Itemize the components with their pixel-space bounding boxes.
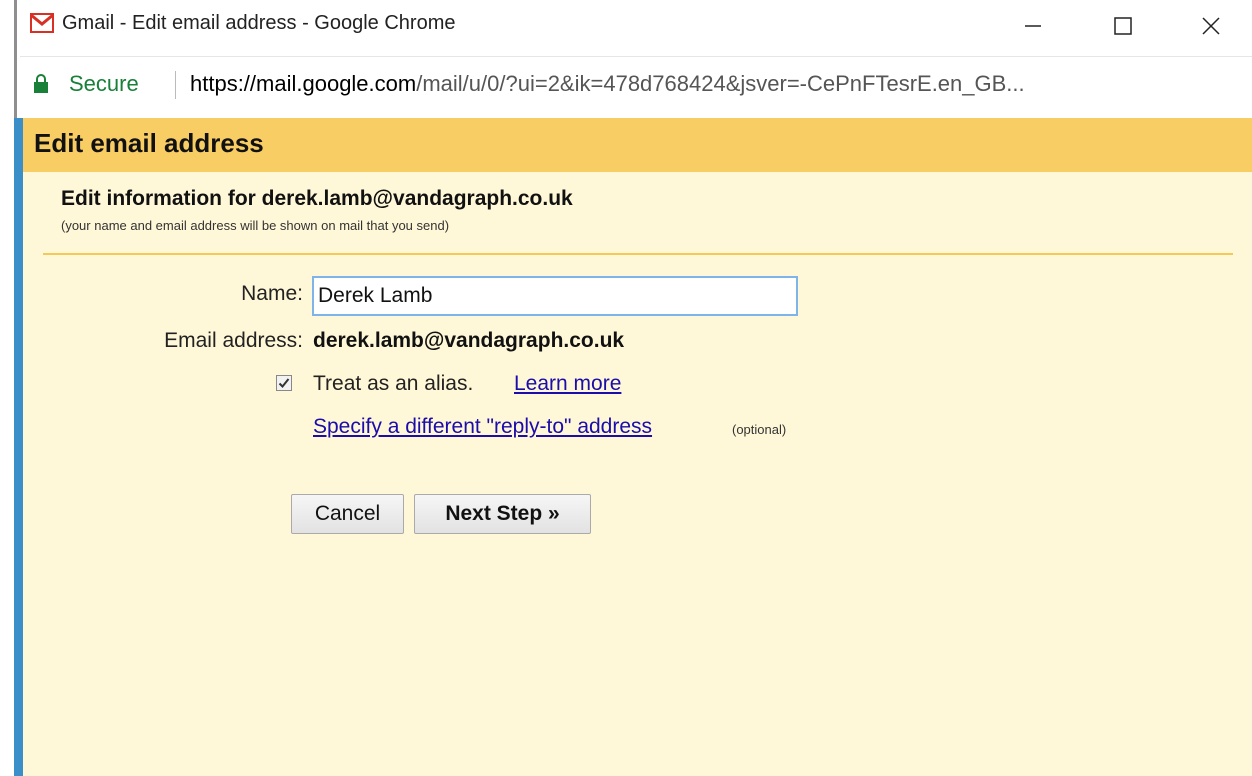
close-icon <box>1202 17 1220 35</box>
alias-checkbox[interactable] <box>276 375 292 391</box>
minimize-icon <box>1025 25 1041 27</box>
page-title: Edit email address <box>34 128 264 158</box>
cancel-button[interactable]: Cancel <box>291 494 404 534</box>
url-text[interactable]: https://mail.google.com/mail/u/0/?ui=2&i… <box>190 71 1025 97</box>
checkmark-icon <box>278 378 290 388</box>
maximize-button[interactable] <box>1100 4 1146 48</box>
info-title: Edit information for derek.lamb@vandagra… <box>61 187 573 210</box>
address-bar[interactable]: Secure https://mail.google.com/mail/u/0/… <box>20 56 1252 115</box>
minimize-button[interactable] <box>1010 4 1056 48</box>
optional-note: (optional) <box>732 422 787 437</box>
edit-email-dialog: Edit email address Edit information for … <box>23 118 1252 776</box>
lock-icon <box>34 74 48 93</box>
window-title: Gmail - Edit email address - Google Chro… <box>62 12 456 34</box>
info-subtitle: (your name and email address will be sho… <box>61 218 450 233</box>
gmail-logo-icon <box>30 13 54 33</box>
title-bar: Gmail - Edit email address - Google Chro… <box>20 0 1252 52</box>
secure-label: Secure <box>69 71 139 96</box>
email-label: Email address: <box>164 329 303 352</box>
background-window-edge <box>14 118 23 776</box>
window-border <box>14 0 17 118</box>
divider <box>43 253 1233 255</box>
address-separator <box>175 71 176 99</box>
email-value: derek.lamb@vandagraph.co.uk <box>313 329 625 352</box>
alias-label: Treat as an alias. <box>313 372 474 395</box>
close-button[interactable] <box>1188 4 1234 48</box>
url-host: https://mail.google.com <box>190 71 417 96</box>
next-step-button[interactable]: Next Step » <box>414 494 591 534</box>
name-label: Name: <box>241 282 303 305</box>
maximize-icon <box>1114 17 1132 35</box>
learn-more-link[interactable]: Learn more <box>514 372 621 396</box>
window-left-edge <box>0 0 14 776</box>
name-field[interactable] <box>312 276 798 316</box>
url-path: /mail/u/0/?ui=2&ik=478d768424&jsver=-CeP… <box>416 71 1025 96</box>
reply-to-link[interactable]: Specify a different "reply-to" address <box>313 415 652 439</box>
dialog-header: Edit email address <box>23 118 1252 172</box>
